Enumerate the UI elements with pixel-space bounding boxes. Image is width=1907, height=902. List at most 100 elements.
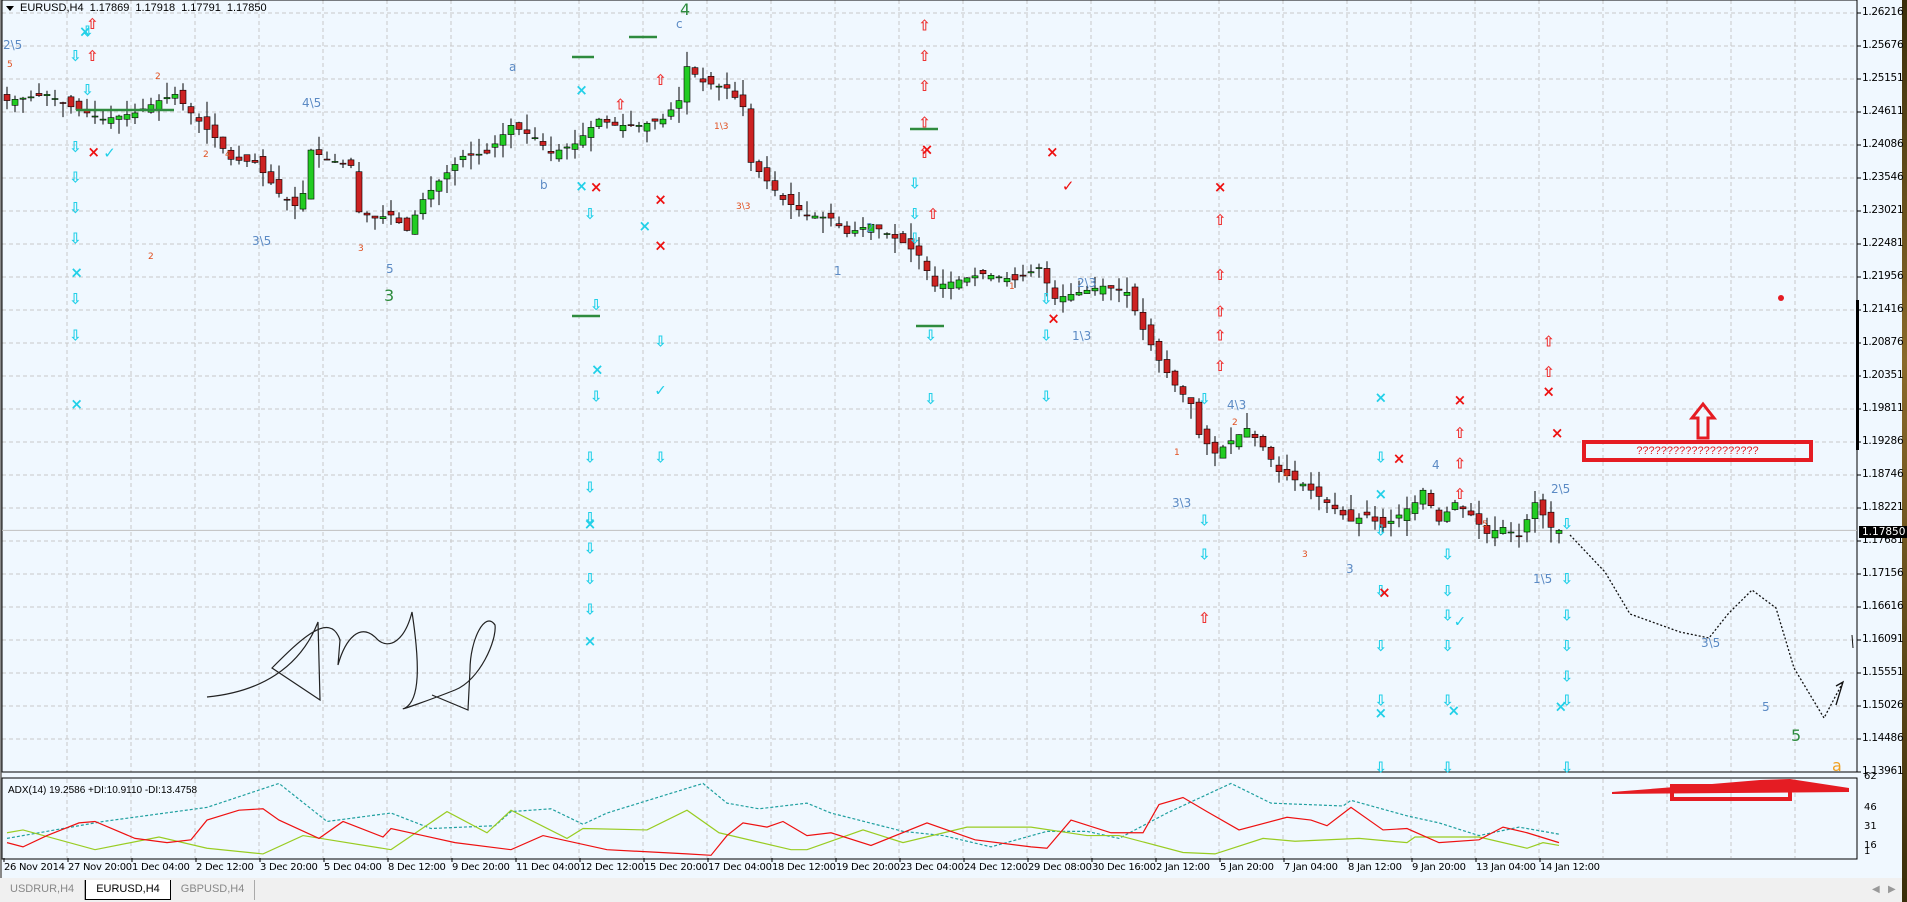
- price-axis-label: 1.25151: [1862, 72, 1904, 84]
- time-axis-label: 23 Dec 04:00: [900, 862, 964, 873]
- adx-axis-label: 1: [1864, 846, 1871, 857]
- wave-label: 4: [1283, 470, 1289, 480]
- candle: [83, 98, 91, 118]
- tab-usdrur[interactable]: USDRUR,H4: [0, 880, 86, 900]
- candle-body: [1267, 446, 1275, 460]
- candle: [1259, 434, 1267, 451]
- candle: [1523, 514, 1531, 543]
- candle-body: [947, 281, 955, 289]
- candle: [587, 120, 595, 152]
- candle-body: [315, 149, 323, 155]
- wave-label: 5: [7, 60, 13, 70]
- candle: [11, 95, 19, 113]
- red-x-icon: ×: [654, 190, 667, 208]
- time-axis-label: 13 Jan 04:00: [1476, 862, 1536, 873]
- red-up-arrow-icon: ⇧: [1454, 424, 1467, 442]
- candle-body: [1235, 434, 1243, 448]
- candle-body: [1107, 285, 1115, 289]
- candle: [563, 143, 571, 160]
- candle-body: [483, 149, 491, 154]
- red-x-icon: ×: [1046, 143, 1059, 161]
- red-up-arrow-icon: ⇧: [1454, 485, 1467, 503]
- candle: [1467, 503, 1475, 517]
- candle: [1155, 338, 1163, 373]
- price-chart[interactable]: ⇩ ⇩ ⇩ ⇩ ⇩ ⇩ ⇩ ⇩ ⇩ ⇩ ⇩ ⇩ ⇩ ⇩ ⇩ ⇩ ⇩ ⇩ ⇩ ⇩ ⇩ ⇩ ⇩ ⇩ ⇩ ⇩ ⇩ ⇩ ⇩ ⇩ ⇩ ⇩ ⇩ ⇩ ⇩ ⇩ ⇩ ⇩ ⇩ ⇩…: [0, 0, 1902, 878]
- candle-body: [467, 153, 475, 156]
- candle-body: [539, 141, 547, 146]
- wave-label: 5: [386, 262, 394, 276]
- candle-body: [267, 171, 275, 184]
- wave-label: 2: [155, 72, 161, 82]
- candle: [811, 212, 819, 219]
- candle-body: [979, 270, 987, 275]
- cyan-down-arrow-icon: ⇩: [69, 168, 82, 186]
- cyan-down-arrow-icon: ⇩: [69, 229, 82, 247]
- price-axis-label: 1.16616: [1862, 600, 1904, 612]
- time-axis-label: 9 Jan 20:00: [1412, 862, 1466, 873]
- time-axis-label: 14 Jan 12:00: [1540, 862, 1600, 873]
- candle-body: [955, 279, 963, 289]
- adx-axis-label: 46: [1864, 802, 1877, 813]
- candle: [779, 193, 787, 206]
- candle-body: [1123, 292, 1131, 296]
- candle-body: [1515, 535, 1523, 538]
- candle: [195, 113, 203, 134]
- candle: [331, 153, 339, 164]
- candle: [347, 157, 355, 169]
- candle: [819, 211, 827, 233]
- candle: [1251, 430, 1259, 447]
- candle-body: [1011, 274, 1019, 281]
- candle-body: [1459, 506, 1467, 510]
- cyan-x-icon: ×: [70, 395, 83, 413]
- collapse-triangle-icon[interactable]: [6, 5, 14, 11]
- wave-label: 1\3: [1072, 329, 1092, 343]
- wave-label: 2\3: [1077, 276, 1097, 290]
- red-up-arrow-icon: ⇧: [1214, 211, 1227, 229]
- candle-body: [827, 212, 835, 219]
- candle-body: [91, 115, 99, 118]
- cyan-down-arrow-icon: ⇩: [69, 199, 82, 217]
- candle-body: [1419, 489, 1427, 505]
- candle-body: [731, 90, 739, 98]
- candle-body: [891, 234, 899, 239]
- candle-body: [1259, 435, 1267, 448]
- scroll-right-icon[interactable]: ▶: [1888, 884, 1896, 895]
- candle: [1275, 456, 1283, 483]
- candle-body: [875, 224, 883, 230]
- candle-body: [443, 172, 451, 180]
- wave-label: 4: [1432, 458, 1440, 472]
- candle-body: [1187, 397, 1195, 404]
- candle: [1027, 264, 1035, 277]
- candle-body: [1315, 486, 1323, 497]
- tab-eurusd[interactable]: EURUSD,H4: [85, 880, 171, 900]
- candle-body: [43, 94, 51, 96]
- candle-body: [571, 143, 579, 150]
- candle-body: [595, 118, 603, 127]
- red-x-icon: ×: [921, 141, 934, 159]
- candle-body: [1291, 470, 1299, 481]
- candle: [91, 100, 99, 124]
- candle-body: [531, 137, 539, 139]
- ohlc-open: 1.17869: [89, 2, 130, 14]
- time-axis-label: 2 Dec 12:00: [196, 862, 254, 873]
- candle-body: [187, 106, 195, 114]
- wave-label: 3\3: [1172, 496, 1192, 510]
- cyan-check-icon: ✓: [654, 381, 667, 399]
- candle: [539, 133, 547, 151]
- candle: [1547, 501, 1555, 543]
- candle-body: [579, 135, 587, 146]
- candle: [883, 232, 891, 239]
- candle: [491, 135, 499, 158]
- tab-gbpusd[interactable]: GBPUSD,H4: [170, 880, 256, 900]
- scroll-left-icon[interactable]: ◀: [1872, 884, 1880, 895]
- candle: [971, 267, 979, 287]
- candle: [1299, 482, 1307, 491]
- candle-body: [291, 196, 299, 207]
- cyan-check-icon: ✓: [103, 144, 116, 162]
- candle: [163, 82, 171, 104]
- cyan-down-arrow-icon: ⇩: [1561, 667, 1574, 685]
- candle: [763, 156, 771, 190]
- red-x-icon: ×: [590, 178, 603, 196]
- candle-body: [755, 161, 763, 173]
- candle: [115, 114, 123, 134]
